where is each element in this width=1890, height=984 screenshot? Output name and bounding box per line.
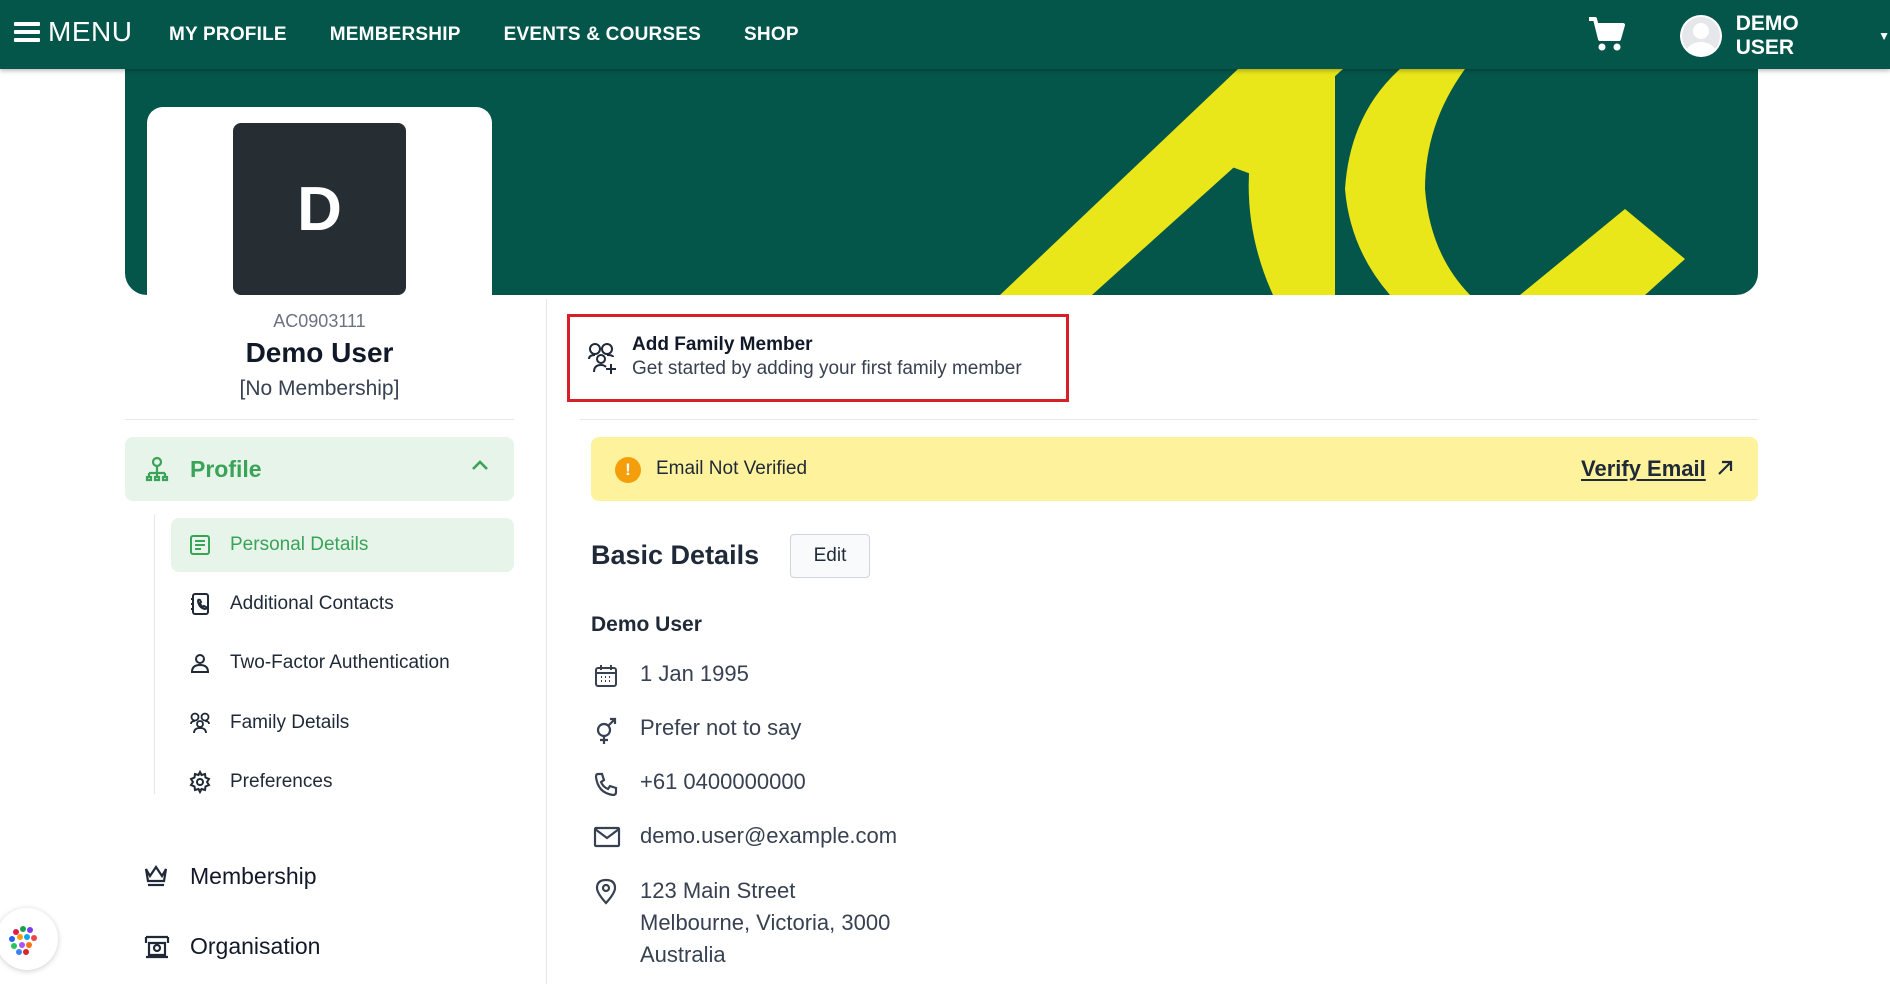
detail-email: demo.user@example.com (640, 823, 898, 848)
detail-address-line3: Australia (640, 942, 726, 967)
sidebar-item-label: Additional Contacts (230, 593, 394, 614)
colorful-globe-icon (9, 926, 37, 955)
user-name-label: DEMO USER (1735, 12, 1799, 59)
shopping-cart-icon[interactable] (1588, 16, 1626, 52)
add-family-member-title: Add Family Member (632, 334, 813, 355)
sidebar-item-family-details[interactable]: Family Details (171, 696, 514, 750)
hamburger-icon (14, 22, 40, 42)
sidebar-item-label: Personal Details (230, 534, 369, 555)
top-navigation-bar: MENU MY PROFILE MEMBERSHIP EVENTS & COUR… (0, 0, 1890, 69)
basic-details-title: Basic Details (591, 540, 760, 570)
calendar-icon (595, 665, 617, 687)
contact-book-icon (191, 593, 209, 615)
mail-icon (593, 826, 621, 848)
sidebar-item-additional-contacts[interactable]: Additional Contacts (171, 577, 514, 631)
vertical-divider (546, 299, 547, 984)
add-family-member-subtitle: Get started by adding your first family … (632, 358, 1022, 379)
sidebar-item-preferences[interactable]: Preferences (171, 755, 514, 809)
email-not-verified-alert: ! Email Not Verified Verify Email (591, 437, 1758, 501)
alert-message: Email Not Verified (656, 458, 808, 479)
document-list-icon (190, 535, 210, 555)
sidebar-item-label: Membership (190, 863, 317, 889)
family-add-icon (588, 343, 616, 374)
sidebar-item-label: Two-Factor Authentication (230, 652, 450, 673)
sidebar-section-profile-label: Profile (190, 456, 262, 482)
detail-address-line2: Melbourne, Victoria, 3000 (640, 910, 891, 935)
nav-membership[interactable]: MEMBERSHIP (330, 24, 461, 46)
help-widget-button[interactable] (0, 908, 58, 970)
divider (580, 419, 1758, 420)
member-id: AC0903111 (273, 311, 366, 331)
phone-icon (594, 772, 618, 797)
gender-icon (596, 717, 617, 744)
sidebar-section-profile[interactable]: Profile (125, 437, 514, 501)
sidebar-item-organisation[interactable]: Organisation (125, 921, 514, 971)
sidebar-item-personal-details[interactable]: Personal Details (171, 518, 514, 572)
detail-gender: Prefer not to say (640, 715, 802, 740)
external-arrow-icon[interactable] (1716, 459, 1734, 477)
organisation-icon (144, 935, 170, 959)
crown-icon (144, 865, 168, 887)
main-nav: MY PROFILE MEMBERSHIP EVENTS & COURSES S… (169, 24, 799, 46)
nav-shop[interactable]: SHOP (744, 24, 799, 46)
user-avatar-icon (1680, 15, 1722, 57)
detail-dob: 1 Jan 1995 (640, 661, 749, 686)
detail-address-line1: 123 Main Street (640, 878, 796, 903)
sidebar-tree-line (154, 514, 155, 794)
sidebar-item-two-factor[interactable]: Two-Factor Authentication (171, 636, 514, 690)
edit-button[interactable]: Edit (790, 534, 870, 578)
membership-status: [No Membership] (239, 377, 400, 400)
sidebar-item-membership[interactable]: Membership (125, 851, 514, 901)
location-pin-icon (595, 878, 617, 905)
chevron-up-icon (472, 460, 488, 470)
warning-icon: ! (615, 457, 641, 483)
person-icon (190, 654, 210, 673)
profile-avatar[interactable]: D (233, 123, 406, 295)
detail-full-name: Demo User (591, 613, 702, 636)
add-family-member-card[interactable]: Add Family Member Get started by adding … (567, 314, 1069, 402)
divider (125, 419, 514, 420)
family-icon (190, 712, 210, 734)
sidebar-item-label: Organisation (190, 933, 321, 959)
menu-button[interactable]: MENU (14, 16, 132, 48)
user-menu[interactable]: DEMO USER ▼ (1680, 12, 1890, 60)
member-name: Demo User (245, 337, 394, 368)
detail-phone: +61 0400000000 (640, 769, 806, 794)
gear-icon (189, 770, 211, 794)
nav-my-profile[interactable]: MY PROFILE (169, 24, 287, 46)
nav-events-courses[interactable]: EVENTS & COURSES (504, 24, 701, 46)
profile-tree-icon (145, 456, 169, 482)
verify-email-link[interactable]: Verify Email (1581, 456, 1706, 482)
chevron-down-icon: ▼ (1878, 29, 1890, 43)
sidebar-item-label: Preferences (230, 771, 333, 792)
sidebar-item-label: Family Details (230, 712, 350, 733)
menu-label: MENU (48, 16, 133, 47)
